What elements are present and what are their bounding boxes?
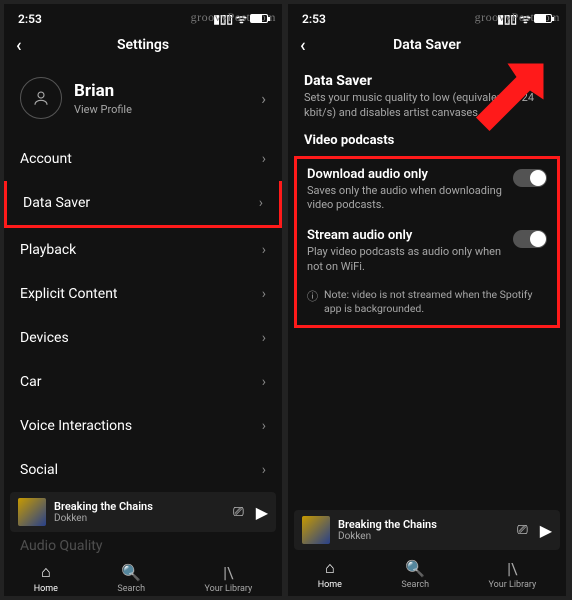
settings-screen: groovyPost.com 2:53 ▮▯▯ ᯤ ‹ Settings Bri… [4, 4, 282, 596]
chevron-right-icon: › [259, 195, 263, 211]
tab-bar: ⌂ Home 🔍 Search |\ Your Library [4, 554, 282, 596]
play-icon[interactable]: ▶ [256, 503, 268, 522]
view-profile-label: View Profile [74, 103, 132, 116]
track-artist: Dokken [338, 531, 509, 542]
library-icon: |\ [223, 563, 233, 582]
battery-icon [534, 14, 552, 23]
video-podcast-options: Download audio only Saves only the audio… [294, 156, 560, 328]
menu-label: Playback [20, 242, 76, 258]
menu-item-playback[interactable]: Playback › [4, 228, 282, 272]
header: ‹ Data Saver [288, 29, 566, 63]
menu-item-devices[interactable]: Devices › [4, 316, 282, 360]
menu-item-account[interactable]: Account › [4, 137, 282, 181]
clock: 2:53 [302, 12, 326, 26]
data-saver-desc: Sets your music quality to low (equivale… [304, 91, 550, 121]
now-playing-bar[interactable]: Breaking the Chains Dokken ⎚ ▶ [10, 492, 276, 532]
tab-library[interactable]: |\ Your Library [205, 563, 253, 594]
profile-row[interactable]: Brian View Profile › [4, 63, 282, 137]
tab-label: Home [34, 584, 58, 594]
video-podcasts-heading: Video podcasts [288, 127, 566, 156]
chevron-right-icon: › [262, 418, 266, 434]
chevron-right-icon: › [262, 286, 266, 302]
menu-label: Explicit Content [20, 286, 118, 302]
profile-name: Brian [74, 81, 132, 101]
play-icon[interactable]: ▶ [540, 521, 552, 540]
profile-text: Brian View Profile [74, 81, 132, 116]
header: ‹ Settings [4, 29, 282, 63]
back-chevron-icon[interactable]: ‹ [300, 35, 306, 56]
tab-home[interactable]: ⌂ Home [318, 558, 342, 590]
chevron-right-icon: › [262, 151, 266, 167]
tab-search[interactable]: 🔍 Search [401, 559, 429, 590]
track-artist: Dokken [54, 513, 225, 524]
album-art [302, 516, 330, 544]
menu-label: Car [20, 374, 41, 390]
search-icon: 🔍 [121, 563, 141, 582]
chevron-right-icon: › [262, 242, 266, 258]
library-icon: |\ [507, 559, 517, 578]
track-title: Breaking the Chains [54, 500, 225, 513]
menu-label: Devices [20, 330, 69, 346]
option-desc: Play video podcasts as audio only when n… [307, 245, 503, 274]
data-saver-section: Data Saver Sets your music quality to lo… [288, 63, 566, 127]
tab-label: Search [401, 580, 429, 590]
clock: 2:53 [18, 12, 42, 26]
option-title: Download audio only [307, 167, 503, 182]
page-title: Settings [117, 37, 169, 53]
option-download-audio-only[interactable]: Download audio only Saves only the audio… [297, 159, 557, 221]
chevron-right-icon: › [262, 374, 266, 390]
search-icon: 🔍 [405, 559, 425, 578]
tab-label: Your Library [489, 580, 537, 590]
now-playing-bar[interactable]: Breaking the Chains Dokken ⎚ ▶ [294, 510, 560, 550]
page-title: Data Saver [393, 37, 461, 53]
now-playing-text: Breaking the Chains Dokken [54, 500, 225, 524]
option-desc: Saves only the audio when downloading vi… [307, 184, 503, 213]
info-icon: ⓘ [307, 288, 318, 304]
chevron-right-icon: › [262, 462, 266, 478]
toggle-stream-audio-only[interactable] [513, 230, 547, 248]
tab-library[interactable]: |\ Your Library [489, 559, 537, 590]
data-saver-title: Data Saver [304, 73, 550, 89]
track-title: Breaking the Chains [338, 518, 509, 531]
data-saver-screen: groovyPost.com 2:53 ▮▯▯ ᯤ ‹ Data Saver D… [288, 4, 566, 596]
menu-item-data-saver[interactable]: Data Saver › [4, 181, 282, 228]
menu-label: Data Saver [23, 195, 90, 211]
toggle-download-audio-only[interactable] [513, 169, 547, 187]
tab-home[interactable]: ⌂ Home [34, 562, 58, 594]
menu-item-social[interactable]: Social › [4, 448, 282, 492]
menu-item-voice[interactable]: Voice Interactions › [4, 404, 282, 448]
info-note: ⓘ Note: video is not streamed when the S… [297, 282, 557, 325]
battery-icon [250, 14, 268, 23]
menu-label: Voice Interactions [20, 418, 132, 434]
devices-icon[interactable]: ⎚ [517, 523, 527, 538]
avatar-icon [20, 77, 62, 119]
toggle-knob [530, 170, 546, 186]
tab-search[interactable]: 🔍 Search [117, 563, 145, 594]
tab-label: Your Library [205, 584, 253, 594]
home-icon: ⌂ [41, 562, 51, 582]
devices-icon[interactable]: ⎚ [233, 505, 243, 520]
menu-label: Account [20, 151, 72, 167]
menu-item-explicit[interactable]: Explicit Content › [4, 272, 282, 316]
option-stream-audio-only[interactable]: Stream audio only Play video podcasts as… [297, 220, 557, 282]
album-art [18, 498, 46, 526]
back-chevron-icon[interactable]: ‹ [16, 35, 22, 56]
chevron-right-icon: › [262, 330, 266, 346]
menu-item-car[interactable]: Car › [4, 360, 282, 404]
tab-bar: ⌂ Home 🔍 Search |\ Your Library [288, 550, 566, 596]
menu-item-audio-quality[interactable]: Audio Quality [4, 532, 282, 554]
home-icon: ⌂ [325, 558, 335, 578]
tab-label: Home [318, 580, 342, 590]
toggle-knob [530, 231, 546, 247]
info-text: Note: video is not streamed when the Spo… [324, 288, 547, 315]
now-playing-text: Breaking the Chains Dokken [338, 518, 509, 542]
menu-label: Social [20, 462, 58, 478]
settings-menu: Account › Data Saver › Playback › Explicit … [4, 137, 282, 492]
chevron-right-icon: › [261, 89, 266, 108]
option-title: Stream audio only [307, 228, 503, 243]
tab-label: Search [117, 584, 145, 594]
